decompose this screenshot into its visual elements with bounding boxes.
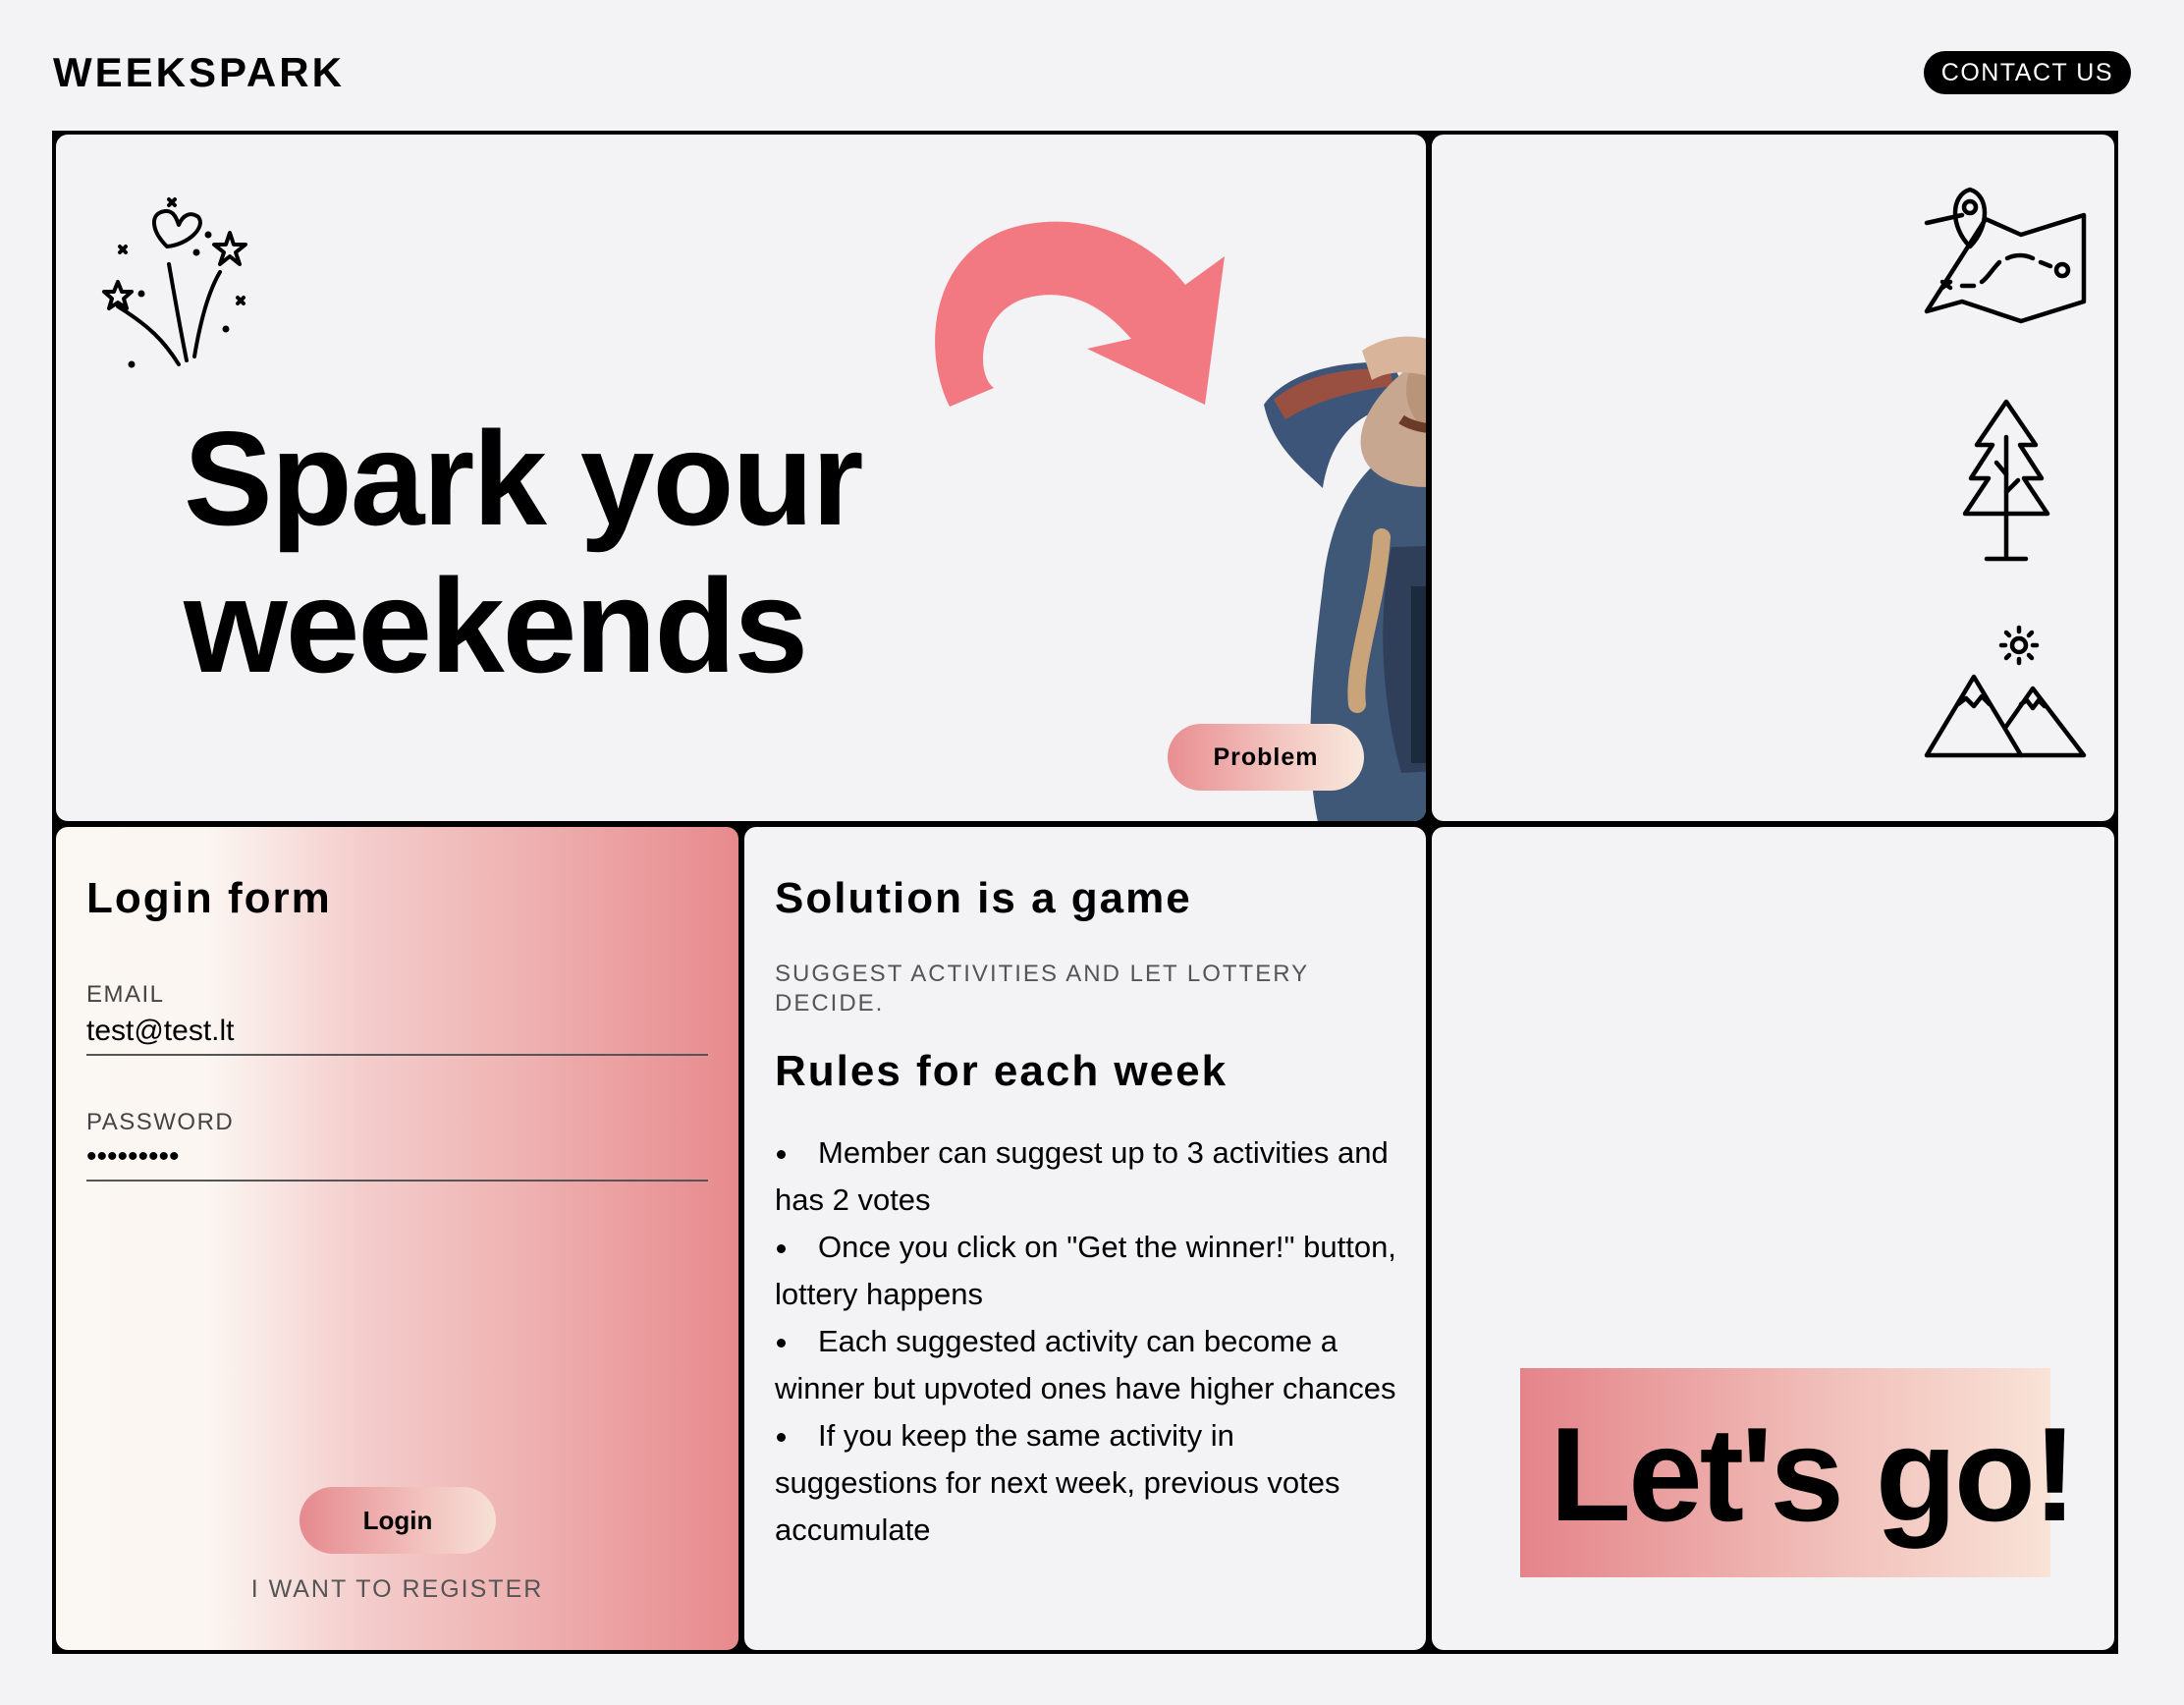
login-title: Login form xyxy=(86,874,332,922)
solution-title: Solution is a game xyxy=(775,874,1192,922)
password-field[interactable] xyxy=(86,1134,708,1182)
email-label: EMAIL xyxy=(86,981,165,1008)
header: WEEKSPARK CONTACT US xyxy=(53,47,2131,100)
mountains-sun-icon xyxy=(1924,625,2087,758)
hero-title: Spark your weekends xyxy=(184,404,863,700)
password-label: PASSWORD xyxy=(86,1109,235,1135)
lets-go-button[interactable]: Let's go! xyxy=(1520,1368,2077,1577)
list-item: If you keep the same activity in suggest… xyxy=(775,1412,1403,1554)
list-item: Each suggested activity can become a win… xyxy=(775,1318,1403,1412)
list-item: Member can suggest up to 3 activities an… xyxy=(775,1129,1403,1224)
tree-icon xyxy=(1962,399,2050,562)
lets-go-label: Let's go! xyxy=(1550,1400,2077,1549)
fireworks-icon xyxy=(102,197,247,368)
icons-panel xyxy=(1432,135,2114,821)
solution-subtitle: SUGGEST ACTIVITIES AND LET LOTTERY DECID… xyxy=(775,961,1309,1017)
hero-title-line1: Spark your xyxy=(184,404,863,553)
rules-list: Member can suggest up to 3 activities an… xyxy=(775,1129,1403,1554)
list-item: Once you click on "Get the winner!" butt… xyxy=(775,1224,1403,1318)
rules-title: Rules for each week xyxy=(775,1047,1228,1095)
hero-panel: Spark your weekends Problem xyxy=(56,135,1426,821)
register-link[interactable]: I WANT TO REGISTER xyxy=(56,1575,738,1604)
solution-panel: Solution is a game SUGGEST ACTIVITIES AN… xyxy=(744,827,1426,1650)
contact-us-button[interactable]: CONTACT US xyxy=(1923,51,2131,94)
map-icon xyxy=(1924,187,2087,324)
problem-button[interactable]: Problem xyxy=(1168,724,1364,791)
cta-panel: Let's go! xyxy=(1432,827,2114,1650)
curved-arrow-icon xyxy=(935,221,1225,407)
email-field[interactable] xyxy=(86,1009,708,1056)
login-button[interactable]: Login xyxy=(300,1487,496,1554)
logo[interactable]: WEEKSPARK xyxy=(53,49,345,96)
login-panel: Login form EMAIL PASSWORD Login I WANT T… xyxy=(56,827,738,1650)
hero-title-line2: weekends xyxy=(184,551,808,700)
main-grid: Spark your weekends Problem Login form E… xyxy=(52,131,2118,1654)
